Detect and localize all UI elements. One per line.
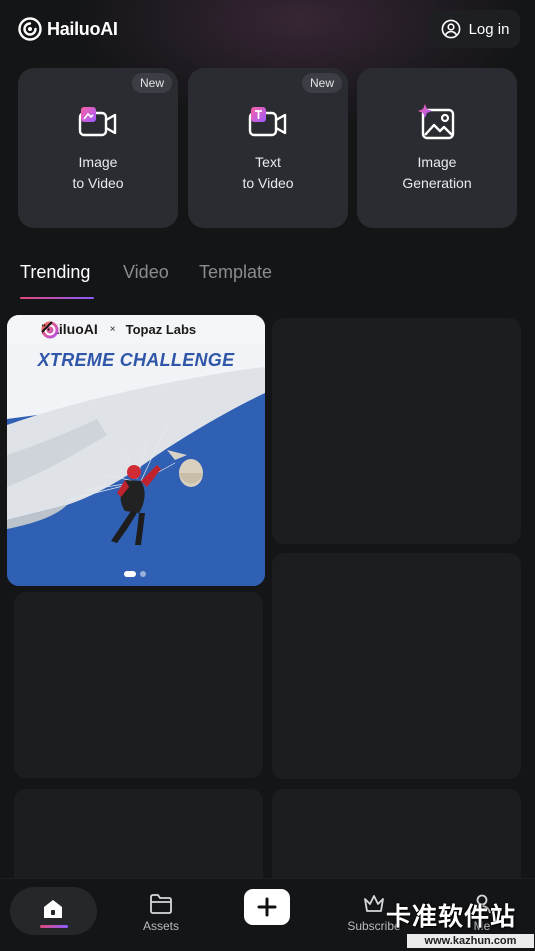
- carousel-dot[interactable]: [140, 571, 146, 577]
- login-button[interactable]: Log in: [430, 10, 520, 48]
- creation-tools: New Image to Video New Text to Video Ima…: [18, 68, 517, 228]
- image-to-video-icon: [78, 107, 117, 137]
- login-label: Log in: [468, 20, 510, 38]
- tab-template[interactable]: Template: [199, 262, 272, 283]
- featured-title: XTREME CHALLENGE: [37, 350, 235, 370]
- collab-separator: ×: [109, 323, 116, 335]
- watermark-text: 卡准软件站: [386, 903, 517, 931]
- tab-video[interactable]: Video: [123, 262, 169, 283]
- nav-assets-label: Assets: [142, 919, 179, 933]
- user-circle-icon: [441, 19, 460, 39]
- site-watermark: 卡准软件站 www.kazhun.com: [386, 897, 534, 949]
- image-to-video-card[interactable]: New Image to Video: [18, 68, 178, 228]
- brand-name: HailuoAI: [47, 18, 118, 39]
- text-to-video-icon: [248, 107, 287, 137]
- topaz-labs-icon: [41, 321, 53, 333]
- folder-icon: [150, 894, 172, 914]
- feed-card-placeholder[interactable]: [272, 318, 521, 544]
- new-badge: New: [301, 73, 342, 93]
- tab-trending[interactable]: Trending: [20, 262, 90, 283]
- new-badge: New: [131, 73, 172, 93]
- text-to-video-card[interactable]: New Text to Video: [188, 68, 348, 228]
- tool-label: Image Generation: [402, 154, 472, 191]
- nav-home[interactable]: [10, 887, 97, 935]
- tool-label: Image to Video: [72, 154, 124, 191]
- carousel-indicator: [124, 571, 146, 577]
- plus-icon: [257, 897, 277, 917]
- crown-icon: [364, 895, 384, 912]
- feed-card-placeholder[interactable]: [272, 789, 521, 889]
- feed-card-placeholder[interactable]: [272, 553, 521, 779]
- home-icon: [44, 900, 62, 918]
- hailuo-logo-icon: [18, 17, 42, 41]
- featured-brand-row: HailuoAI × Topaz Labs: [41, 321, 197, 339]
- tool-label: Text to Video: [242, 154, 294, 191]
- image-generation-card[interactable]: Image Generation: [357, 68, 517, 228]
- watermark-url: www.kazhun.com: [407, 934, 534, 948]
- create-button[interactable]: [244, 889, 290, 925]
- app-header: HailuoAI Log in: [0, 0, 535, 60]
- carousel-dot-active[interactable]: [124, 571, 136, 577]
- active-nav-indicator: [40, 925, 68, 928]
- feed-card-placeholder[interactable]: [14, 592, 263, 778]
- feed-card-placeholder[interactable]: [14, 789, 263, 889]
- hailuo-logo[interactable]: HailuoAI: [18, 17, 118, 41]
- image-generation-icon: [418, 104, 455, 140]
- featured-banner[interactable]: HailuoAI × Topaz Labs XTREME CHALLENGE: [7, 315, 265, 586]
- active-tab-indicator: [20, 297, 94, 299]
- nav-assets[interactable]: Assets: [140, 893, 182, 933]
- featured-partner: Topaz Labs: [125, 321, 197, 337]
